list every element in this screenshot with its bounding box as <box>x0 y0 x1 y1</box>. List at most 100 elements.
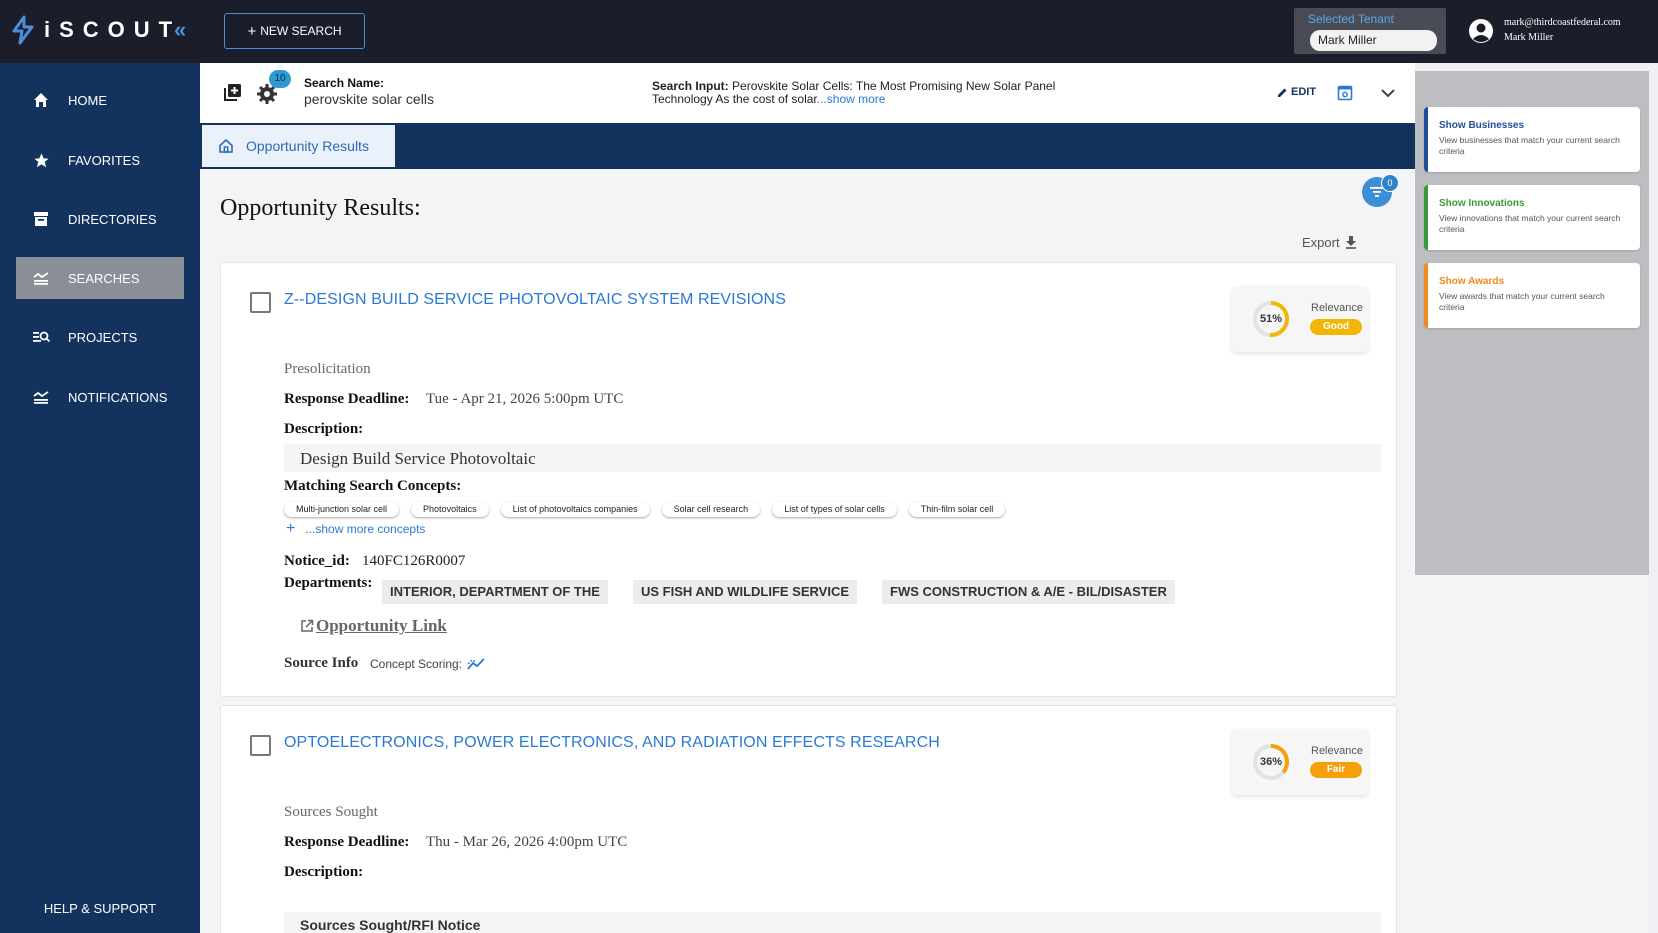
description-box: Sources Sought/RFI Notice <box>284 912 1381 933</box>
concepts-label: Matching Search Concepts: <box>284 478 462 494</box>
app-name: iSCOUT <box>44 17 182 42</box>
collapse-sidebar-icon[interactable]: « <box>174 17 186 43</box>
concept-scoring[interactable]: Concept Scoring: <box>370 657 485 671</box>
concept-scoring-label: Concept Scoring: <box>370 657 463 671</box>
search-name-label: Search Name: <box>304 76 385 90</box>
external-link-icon <box>301 619 314 632</box>
card-title: Show Awards <box>1439 276 1505 287</box>
add-box-icon[interactable] <box>224 83 242 101</box>
sidebar-item-label: SEARCHES <box>68 270 140 286</box>
show-innovations-card[interactable]: Show Innovations View innovations that m… <box>1424 185 1640 250</box>
sidebar-item-notifications[interactable]: NOTIFICATIONS <box>16 376 184 418</box>
sidebar-item-label: FAVORITES <box>68 152 140 168</box>
concept-chips: Multi-junction solar cell Photovoltaics … <box>284 502 1006 517</box>
tab-label: Opportunity Results <box>246 138 369 154</box>
search-name-value: perovskite solar cells <box>304 91 434 107</box>
select-checkbox[interactable] <box>250 735 271 756</box>
show-more-concepts-link[interactable]: + ...show more concepts <box>284 520 425 538</box>
sidebar-item-favorites[interactable]: FAVORITES <box>16 139 184 181</box>
home-icon <box>32 91 50 109</box>
deadline-label: Response Deadline: <box>284 834 410 850</box>
help-support-link[interactable]: HELP & SUPPORT <box>0 901 200 916</box>
sidebar-item-projects[interactable]: PROJECTS <box>16 316 184 358</box>
chevron-down-icon[interactable] <box>1380 85 1396 101</box>
departments-label: Departments: <box>284 575 373 591</box>
show-businesses-card[interactable]: Show Businesses View businesses that mat… <box>1424 107 1640 172</box>
deadline-value: Thu - Mar 26, 2026 4:00pm UTC <box>426 834 628 850</box>
concept-chip[interactable]: Photovoltaics <box>411 502 489 517</box>
sidebar-item-directories[interactable]: DIRECTORIES <box>16 198 184 240</box>
chart-trend-icon <box>467 658 485 670</box>
tenant-selector[interactable]: Selected Tenant Mark Miller <box>1294 8 1446 54</box>
preview-icon[interactable] <box>1337 85 1353 101</box>
concept-chip[interactable]: Solar cell research <box>661 502 761 517</box>
right-panel-empty <box>1415 575 1649 933</box>
main-content: Opportunity Results: 0 Export Z--DESIGN … <box>200 169 1415 933</box>
opportunity-link-label: Opportunity Link <box>316 616 447 635</box>
department-tag: FWS CONSTRUCTION & A/E - BIL/DISASTER <box>882 580 1175 604</box>
description-label: Description: <box>284 421 364 437</box>
tab-opportunity-results[interactable]: Opportunity Results <box>202 125 395 167</box>
concept-chip[interactable]: List of photovoltaics companies <box>500 502 650 517</box>
opportunity-type: Sources Sought <box>284 804 378 820</box>
new-search-button[interactable]: + NEW SEARCH <box>224 13 365 49</box>
deadline-value: Tue - Apr 21, 2026 5:00pm UTC <box>426 391 624 407</box>
result-card: OPTOELECTRONICS, POWER ELECTRONICS, AND … <box>220 705 1397 933</box>
relevance-rating-badge: Good <box>1310 319 1362 335</box>
description-box: Design Build Service Photovoltaic <box>284 444 1381 472</box>
show-more-link[interactable]: ...show more <box>817 92 886 106</box>
top-bar: iSCOUT « + NEW SEARCH Selected Tenant Ma… <box>0 0 1658 63</box>
relevance-percent: 36% <box>1259 756 1283 768</box>
concept-chip[interactable]: List of types of solar cells <box>772 502 897 517</box>
search-input-text: Search Input: Perovskite Solar Cells: Th… <box>652 80 1092 106</box>
card-description: View innovations that match your current… <box>1439 213 1621 234</box>
user-email: mark@thirdcoastfederal.com <box>1504 17 1621 28</box>
tenant-label: Selected Tenant <box>1308 12 1394 26</box>
sidebar-item-label: PROJECTS <box>68 329 138 345</box>
export-button[interactable]: Export <box>1302 235 1357 250</box>
account-circle-icon[interactable] <box>1468 18 1494 44</box>
plus-icon: + <box>286 520 296 537</box>
card-title: Show Innovations <box>1439 198 1525 209</box>
show-more-concepts-label: ...show more concepts <box>305 522 426 536</box>
tenant-select[interactable]: Mark Miller <box>1310 30 1437 51</box>
manage-search-icon <box>32 328 50 346</box>
description-text: Design Build Service Photovoltaic <box>300 449 536 468</box>
sidebar-item-searches[interactable]: SEARCHES <box>16 257 184 299</box>
department-tag: US FISH AND WILDLIFE SERVICE <box>633 580 858 604</box>
notice-id-value: 140FC126R0007 <box>362 553 466 569</box>
deadline-label: Response Deadline: <box>284 391 410 407</box>
edit-button[interactable]: EDIT <box>1277 86 1316 98</box>
description-text: Sources Sought/RFI Notice <box>300 917 481 933</box>
logo-icon <box>12 15 34 45</box>
sidebar-item-home[interactable]: HOME <box>16 79 184 121</box>
app-logo[interactable]: iSCOUT <box>10 14 181 46</box>
select-checkbox[interactable] <box>250 292 271 313</box>
archive-icon <box>32 210 50 228</box>
opportunity-link[interactable]: Opportunity Link <box>300 616 447 636</box>
page-title: Opportunity Results: <box>220 195 421 221</box>
result-card: Z--DESIGN BUILD SERVICE PHOTOVOLTAIC SYS… <box>220 262 1397 697</box>
sidebar-item-label: DIRECTORIES <box>68 211 157 227</box>
relevance-widget: 51% Relevance Good <box>1232 286 1368 352</box>
export-label: Export <box>1302 235 1340 250</box>
sidebar-item-label: NOTIFICATIONS <box>68 389 168 405</box>
source-info-label: Source Info <box>284 655 359 671</box>
new-search-label: NEW SEARCH <box>260 24 342 38</box>
plus-icon: + <box>247 22 257 40</box>
show-awards-card[interactable]: Show Awards View awards that match your … <box>1424 263 1640 328</box>
concept-chip[interactable]: Multi-junction solar cell <box>284 502 400 517</box>
star-icon <box>32 151 50 169</box>
download-icon <box>1345 236 1356 249</box>
result-title-link[interactable]: OPTOELECTRONICS, POWER ELECTRONICS, AND … <box>284 734 940 752</box>
concept-chip[interactable]: Thin-film solar cell <box>908 502 1006 517</box>
opportunity-type: Presolicitation <box>284 361 371 377</box>
sidebar-item-label: HOME <box>68 92 107 108</box>
tab-bar: Opportunity Results <box>200 123 1415 169</box>
description-label: Description: <box>284 864 364 880</box>
relevance-rating-badge: Fair <box>1310 762 1362 778</box>
result-title-link[interactable]: Z--DESIGN BUILD SERVICE PHOTOVOLTAIC SYS… <box>284 291 786 309</box>
relevance-widget: 36% Relevance Fair <box>1232 729 1368 795</box>
card-description: View awards that match your current sear… <box>1439 291 1605 312</box>
sidebar: HOME FAVORITES DIRECTORIES SEARCHES PROJ… <box>0 63 200 933</box>
